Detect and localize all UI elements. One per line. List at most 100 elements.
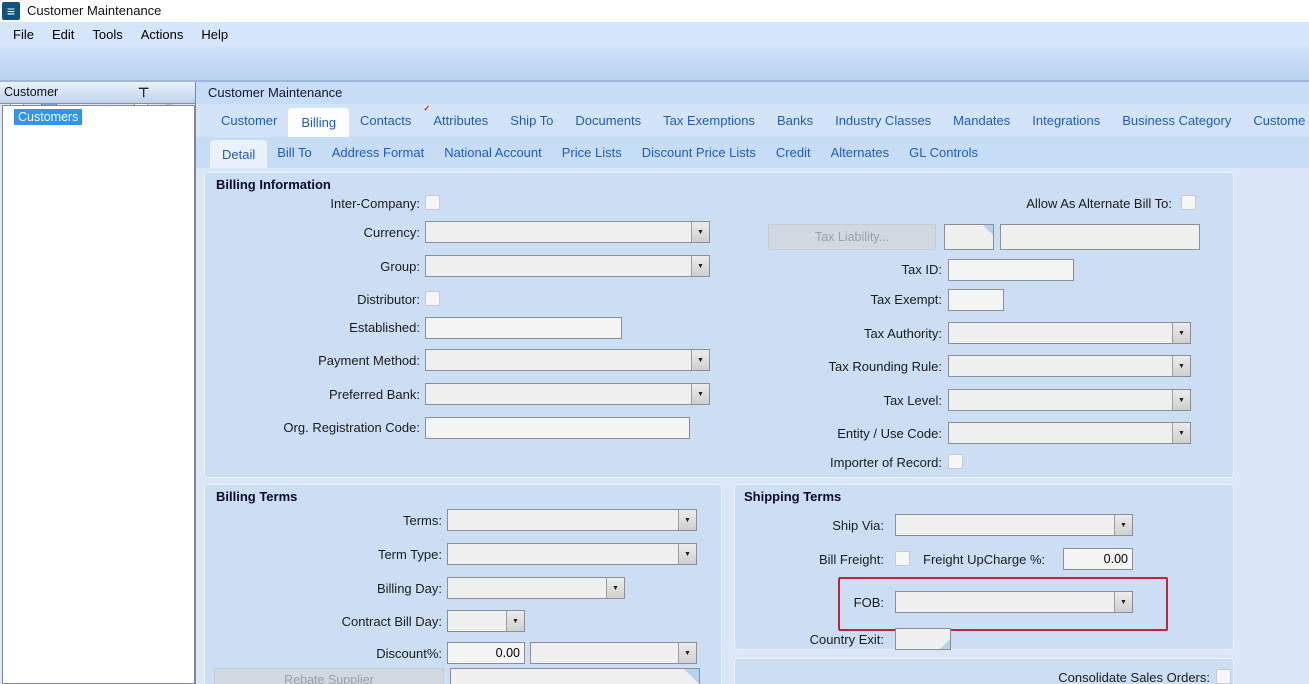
group-select[interactable]: ▼ [425,255,710,277]
preferred-bank-label: Preferred Bank: [328,387,420,402]
ship-via-select[interactable]: ▼ [895,514,1133,536]
discount-percent-label: Discount%: [376,646,442,661]
inter-company-label: Inter-Company: [330,196,420,211]
tab-ship-to[interactable]: Ship To [499,104,564,137]
menu-help[interactable]: Help [192,22,237,47]
menu-tools[interactable]: Tools [83,22,131,47]
subtab-gl-controls[interactable]: GL Controls [899,137,988,168]
dropdown-arrow-icon[interactable]: ▼ [691,384,709,404]
dropdown-arrow-icon[interactable]: ▼ [1172,390,1190,410]
window-title: Customer Maintenance [27,3,162,18]
tax-authority-select[interactable]: ▼ [948,322,1191,344]
tax-rounding-rule-label: Tax Rounding Rule: [828,359,942,374]
dropdown-arrow-icon[interactable]: ▼ [1172,356,1190,376]
title-bar: ≡ Customer Maintenance [0,0,1309,23]
subtab-price-lists[interactable]: Price Lists [552,137,632,168]
rebate-supplier-field[interactable] [450,668,700,684]
menu-bar: File Edit Tools Actions Help [0,22,1309,47]
group-title: Billing Information [216,177,331,192]
tax-level-select[interactable]: ▼ [948,389,1191,411]
fob-select[interactable]: ▼ [895,591,1133,613]
country-exit-label: Country Exit: [809,632,884,647]
tab-integrations[interactable]: Integrations [1021,104,1111,137]
established-input[interactable] [425,317,622,339]
subtab-bill-to[interactable]: Bill To [267,137,321,168]
org-registration-code-input[interactable] [425,417,690,439]
billing-day-select[interactable]: ▼ [447,577,625,599]
dropdown-arrow-icon[interactable]: ▼ [678,643,696,663]
app-logo-icon: ≡ [2,2,20,20]
contract-bill-day-select[interactable]: ▼ [447,610,525,632]
tab-contacts[interactable]: Contacts [349,104,422,137]
dropdown-arrow-icon[interactable]: ▼ [1114,515,1132,535]
menu-edit[interactable]: Edit [43,22,83,47]
subtab-national-account[interactable]: National Account [434,137,552,168]
billing-day-label: Billing Day: [376,581,442,596]
entity-use-code-select[interactable]: ▼ [948,422,1191,444]
menu-actions[interactable]: Actions [132,22,193,47]
dropdown-arrow-icon[interactable]: ▼ [506,611,524,631]
pin-icon[interactable]: ⊤ [138,85,149,101]
payment-method-select[interactable]: ▼ [425,349,710,371]
dropdown-arrow-icon[interactable]: ▼ [606,578,624,598]
tax-rounding-rule-select[interactable]: ▼ [948,355,1191,377]
allow-alt-bill-to-checkbox[interactable] [1181,195,1196,210]
inter-company-checkbox[interactable] [425,195,440,210]
subtab-credit[interactable]: Credit [766,137,821,168]
dropdown-arrow-icon[interactable]: ▼ [691,350,709,370]
tax-liability-code-field[interactable] [944,224,994,250]
rebate-supplier-button[interactable]: Rebate Supplier [214,668,444,684]
tax-id-input[interactable] [948,259,1074,281]
dropdown-arrow-icon[interactable]: ▼ [1114,592,1132,612]
tab-industry-classes[interactable]: Industry Classes [824,104,942,137]
freight-upcharge-label: Freight UpCharge %: [923,552,1046,567]
dropdown-arrow-icon[interactable]: ▼ [678,510,696,530]
dropdown-arrow-icon[interactable]: ▼ [691,222,709,242]
tab-attributes[interactable]: Attributes [422,104,499,137]
tax-level-label: Tax Level: [883,393,942,408]
tax-liability-button[interactable]: Tax Liability... [768,224,936,250]
group-title: Billing Terms [216,489,298,504]
term-type-select[interactable]: ▼ [447,543,697,565]
tab-business-category[interactable]: Business Category [1111,104,1242,137]
tab-customer[interactable]: Customer [210,104,288,137]
bill-freight-label: Bill Freight: [818,552,884,567]
freight-upcharge-input[interactable] [1063,548,1133,570]
tax-id-label: Tax ID: [901,262,942,277]
tab-banks[interactable]: Banks [766,104,824,137]
bill-freight-checkbox[interactable] [895,551,910,566]
discount-percent-input[interactable] [447,642,525,664]
dropdown-arrow-icon[interactable]: ▼ [678,544,696,564]
tab-mandates[interactable]: Mandates [942,104,1021,137]
tax-liability-description-field[interactable] [1000,224,1200,250]
dropdown-arrow-icon[interactable]: ▼ [691,256,709,276]
consolidate-sales-orders-label: Consolidate Sales Orders: [1058,670,1210,684]
currency-label: Currency: [363,225,420,240]
toolbar: ▾ × ▤ ☎ ⊂ ⟳ ✂ ↶ ✓ ▏◁ ◁ ▼ ▷ ▷▏ ← → ⌂ ▸ [0,47,1309,126]
subtab-detail[interactable]: Detail [210,140,268,168]
terms-select[interactable]: ▼ [447,509,697,531]
discount-type-select[interactable]: ▼ [530,642,697,664]
preferred-bank-select[interactable]: ▼ [425,383,710,405]
dropdown-arrow-icon[interactable]: ▼ [1172,423,1190,443]
subtab-discount-price-lists[interactable]: Discount Price Lists [632,137,766,168]
tab-billing[interactable]: Billing [288,108,350,137]
importer-of-record-checkbox[interactable] [948,454,963,469]
sidebar-item-customers[interactable]: Customers [14,109,83,125]
distributor-checkbox[interactable] [425,291,440,306]
subtab-alternates[interactable]: Alternates [821,137,900,168]
tab-documents[interactable]: Documents [564,104,652,137]
tax-exempt-input[interactable] [948,289,1004,311]
tab-tax-exemptions[interactable]: Tax Exemptions [652,104,766,137]
country-exit-field[interactable] [895,628,951,650]
importer-of-record-label: Importer of Record: [830,455,942,470]
tab-custom[interactable]: Custome [1242,104,1309,137]
group-title: Shipping Terms [744,489,842,504]
subtab-address-format[interactable]: Address Format [322,137,434,168]
consolidate-sales-orders-checkbox[interactable] [1216,669,1231,684]
menu-file[interactable]: File [4,22,43,47]
dropdown-arrow-icon[interactable]: ▼ [1172,323,1190,343]
currency-select[interactable]: ▼ [425,221,710,243]
term-type-label: Term Type: [377,547,442,562]
sidebar-list: Customers [2,105,195,684]
